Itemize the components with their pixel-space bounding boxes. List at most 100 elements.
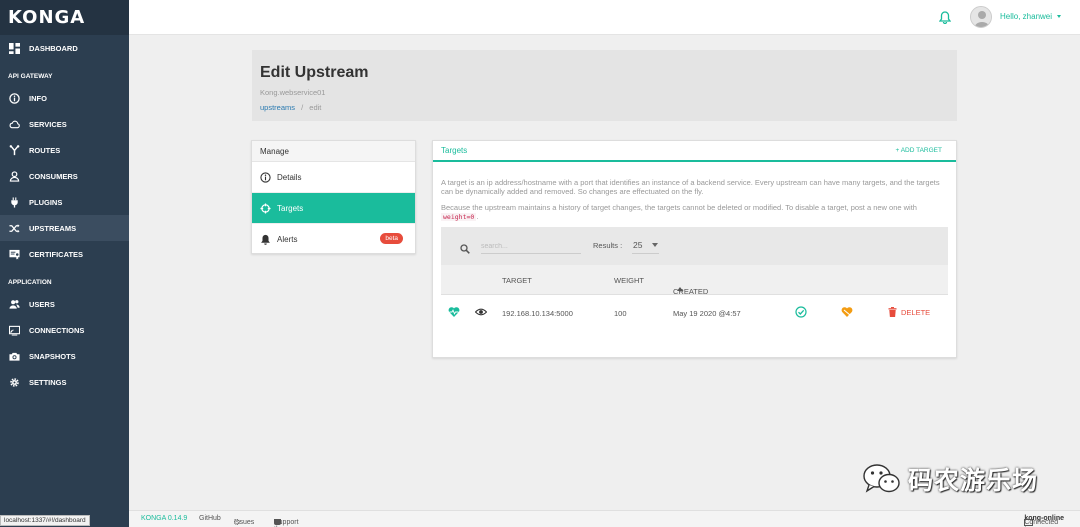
sidebar-item-label: SNAPSHOTS (29, 351, 76, 361)
user-menu[interactable]: Hello, zhanwei (1000, 12, 1062, 21)
eye-icon[interactable] (474, 306, 488, 318)
search-input[interactable] (481, 239, 581, 254)
bell-icon (260, 234, 271, 245)
connection-status: Connected to kong-online (1024, 515, 1064, 527)
routes-icon (9, 144, 20, 156)
note-end: . (476, 212, 479, 221)
users-icon (9, 299, 20, 310)
delete-button[interactable]: DELETE (888, 307, 930, 317)
footer-support-label: Support the project (274, 519, 299, 527)
sidebar-section-application: APPLICATION (8, 279, 52, 286)
manage-item-label: Details (277, 172, 302, 182)
sidebar-item-dashboard[interactable]: DASHBOARD (0, 35, 129, 61)
targets-history-note: Because the upstream maintains a history… (441, 203, 951, 222)
heartbeat-icon[interactable] (448, 306, 460, 318)
sidebar-item-label: SERVICES (29, 119, 67, 129)
manage-item-label: Alerts (277, 235, 298, 244)
sidebar-item-label: ROUTES (29, 145, 61, 155)
shuffle-icon (9, 223, 20, 234)
user-greeting: Hello, zhanwei (1000, 12, 1053, 21)
manage-item-targets[interactable]: Targets (252, 193, 415, 224)
chevron-down-icon (1057, 15, 1062, 18)
sidebar-item-label: CONSUMERS (29, 171, 78, 181)
sidebar-item-snapshots[interactable]: SNAPSHOTS (0, 343, 129, 369)
sidebar-item-label: DASHBOARD (29, 43, 78, 53)
manage-item-details[interactable]: Details (252, 162, 415, 193)
sort-asc-icon (677, 287, 683, 291)
target-address: 192.168.10.134:5000 (502, 309, 573, 318)
note-text: Because the upstream maintains a history… (441, 203, 917, 212)
targets-panel: Targets + ADD TARGET A target is an ip a… (432, 140, 957, 358)
user-icon (9, 170, 20, 182)
target-weight: 100 (614, 309, 627, 318)
sidebar-item-label: INFO (29, 93, 47, 103)
top-bar: Hello, zhanwei (129, 0, 1080, 35)
unhealthy-heart-icon[interactable] (841, 306, 853, 318)
check-circle-icon[interactable] (795, 306, 807, 318)
wechat-logo-icon (862, 462, 902, 496)
results-label: Results : (593, 241, 623, 250)
crosshair-icon (260, 202, 271, 214)
page-header: Edit Upstream Kong.webservice01 upstream… (252, 50, 957, 121)
results-per-page-select[interactable]: 25 (632, 237, 659, 254)
caret-down-icon (652, 243, 658, 247)
sidebar-item-label: USERS (29, 299, 55, 309)
results-value: 25 (633, 240, 643, 250)
footer-github-link[interactable]: GitHub (199, 515, 221, 522)
info-icon (9, 92, 20, 104)
column-weight[interactable]: WEIGHT (614, 276, 644, 285)
dashboard-icon (9, 42, 20, 54)
sidebar-item-label: PLUGINS (29, 197, 63, 207)
breadcrumb: upstreams / edit (260, 103, 321, 112)
sidebar: KONGA DASHBOARD API GATEWAY INFO SERVICE… (0, 0, 129, 527)
sidebar-item-services[interactable]: SERVICES (0, 111, 129, 137)
table-row: 192.168.10.134:5000 100 May 19 2020 @4:5… (441, 295, 948, 331)
gear-icon (9, 377, 20, 388)
page-title: Edit Upstream (260, 64, 369, 81)
manage-title: Manage (252, 141, 415, 162)
target-created: May 19 2020 @4:57 (673, 309, 741, 318)
sidebar-item-plugins[interactable]: PLUGINS (0, 189, 129, 215)
sidebar-item-label: CERTIFICATES (29, 249, 84, 259)
column-target[interactable]: TARGET (502, 276, 532, 285)
sidebar-item-users[interactable]: USERS (0, 291, 129, 317)
footer: KONGA 0.14.9 GitHub Issues Support the p… (129, 510, 1080, 527)
breadcrumb-link-upstreams[interactable]: upstreams (260, 103, 295, 112)
browser-status-url: localhost:1337/#!/dashboard (0, 515, 90, 526)
notification-bell-icon[interactable] (938, 11, 952, 25)
camera-icon (9, 351, 20, 362)
footer-version: KONGA 0.14.9 (141, 515, 188, 522)
konga-logo[interactable]: KONGA (0, 0, 129, 35)
targets-header: Targets + ADD TARGET (433, 141, 956, 162)
footer-issues-label: Issues (234, 519, 255, 526)
targets-description: A target is an ip address/hostname with … (441, 178, 940, 196)
connections-icon (9, 325, 20, 336)
sidebar-item-label: CONNECTIONS (29, 325, 85, 335)
table-toolbar: Results : 25 (441, 227, 948, 265)
manage-item-alerts[interactable]: Alerts beta (252, 224, 415, 255)
sidebar-item-settings[interactable]: SETTINGS (0, 369, 129, 395)
sidebar-item-consumers[interactable]: CONSUMERS (0, 163, 129, 189)
targets-title: Targets (441, 146, 468, 155)
info-icon (260, 171, 271, 183)
table-header: TARGET WEIGHT CREATED (441, 265, 948, 296)
cloud-icon (9, 119, 20, 130)
sidebar-item-routes[interactable]: ROUTES (0, 137, 129, 163)
sidebar-item-connections[interactable]: CONNECTIONS (0, 317, 129, 343)
avatar[interactable] (970, 6, 992, 28)
manage-panel: Manage Details Targets Alerts beta (251, 140, 416, 254)
sidebar-item-label: UPSTREAMS (29, 223, 77, 233)
plug-icon (9, 196, 20, 208)
connected-prefix: Connected to (1024, 519, 1059, 527)
sidebar-section-api-gateway: API GATEWAY (8, 73, 53, 80)
page-subtitle: Kong.webservice01 (260, 88, 326, 97)
sidebar-item-certificates[interactable]: CERTIFICATES (0, 241, 129, 267)
sidebar-item-info[interactable]: INFO (0, 85, 129, 111)
delete-label: DELETE (901, 307, 931, 317)
search-icon (460, 241, 470, 254)
sidebar-item-upstreams[interactable]: UPSTREAMS (0, 215, 129, 241)
trash-icon (888, 307, 897, 317)
add-target-button[interactable]: + ADD TARGET (895, 147, 942, 154)
certificate-icon (9, 249, 20, 260)
sidebar-item-label: SETTINGS (29, 377, 67, 387)
